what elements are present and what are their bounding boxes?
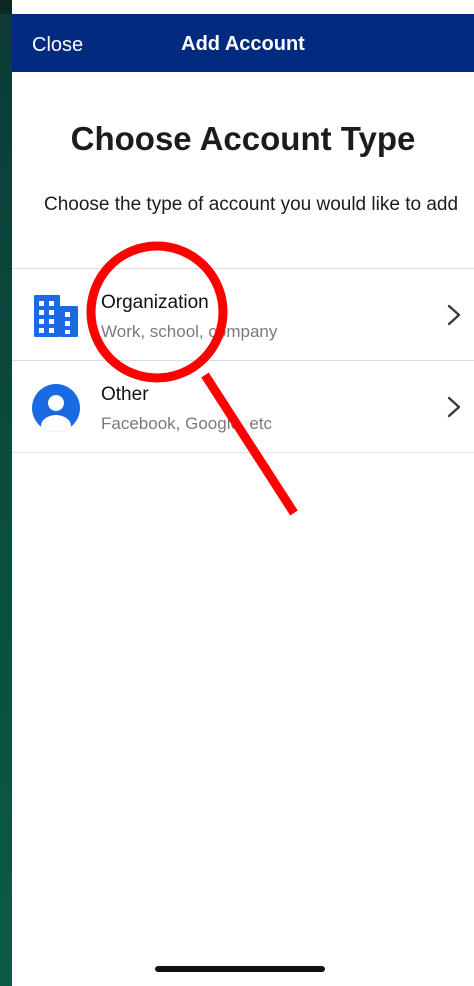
account-type-other[interactable]: Other Facebook, Google, etc [12,360,474,453]
account-type-organization[interactable]: Organization Work, school, company [12,268,474,360]
person-icon [32,384,80,432]
account-type-title: Other [101,384,149,405]
chevron-right-icon [447,396,461,418]
page-subtitle: Choose the type of account you would lik… [43,194,459,215]
app-screen: Close Add Account Choose Account Type Ch… [12,0,474,986]
account-type-subtitle: Work, school, company [101,322,278,341]
home-indicator [155,966,325,972]
account-type-list: Organization Work, school, company Other… [12,268,474,453]
chevron-right-icon [447,304,461,326]
account-type-title: Organization [101,292,209,313]
building-icon [34,295,78,337]
account-type-subtitle: Facebook, Google, etc [101,414,273,433]
navigation-bar: Close Add Account [12,14,474,72]
nav-title: Add Account [181,33,305,55]
page-title: Choose Account Type [70,120,416,157]
